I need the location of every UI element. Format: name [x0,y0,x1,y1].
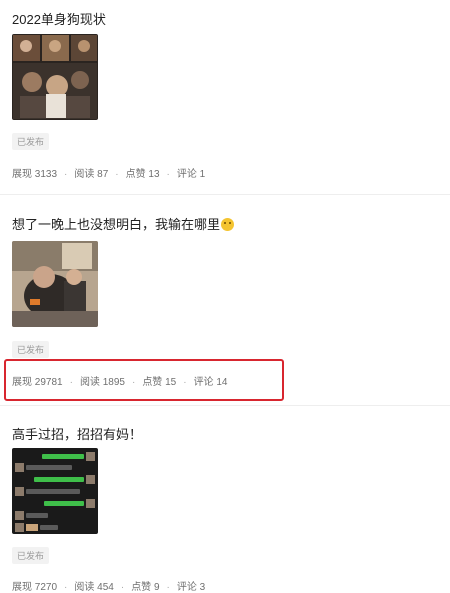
divider [0,405,450,406]
status-badge: 已发布 [12,547,50,564]
reads-label: 阅读 [74,169,95,180]
comments-count: 3 [199,582,206,593]
separator: · [64,582,68,593]
likes-count: 13 [148,169,160,180]
post-title-text: 想了一晚上也没想明白，我输在哪里 [12,217,221,232]
comments-label: 评论 [176,582,197,593]
reads-count: 454 [97,582,114,593]
post-thumbnail[interactable] [12,448,98,534]
reads-count: 87 [97,169,109,180]
views-count: 7270 [34,582,58,593]
separator: · [120,582,125,593]
divider [0,194,450,195]
photo-image [12,241,98,327]
post-title[interactable]: 高手过招，招招有妈！ [12,424,142,443]
post-title[interactable]: 想了一晚上也没想明白，我输在哪里 [12,214,235,233]
post-thumbnail[interactable] [12,34,98,120]
chat-screenshot-image [12,448,98,534]
separator: · [115,169,119,180]
likes-label: 点赞 [131,582,152,593]
comments-count: 1 [199,169,206,180]
post-thumbnail[interactable] [12,241,98,327]
status-badge: 已发布 [12,133,50,150]
post-title[interactable]: 2022单身狗现状 [12,9,106,28]
reads-label: 阅读 [74,582,95,593]
views-label: 展现 [12,582,32,593]
separator: · [64,169,68,180]
likes-label: 点赞 [125,169,146,180]
views-count: 3133 [34,169,58,180]
post-stats: 展现 3133 · 阅读 87 · 点赞 13 · 评论 1 [12,165,205,180]
separator: · [166,169,170,180]
collage-image [12,34,98,120]
views-label: 展现 [12,169,32,180]
comments-label: 评论 [176,169,197,180]
emoji-icon [221,218,235,231]
highlight-box [4,359,284,401]
separator: · [166,582,170,593]
status-badge: 已发布 [12,341,50,358]
post-stats: 展现 7270 · 阅读 454 · 点赞 9 · 评论 3 [12,578,205,593]
likes-count: 9 [153,582,160,593]
